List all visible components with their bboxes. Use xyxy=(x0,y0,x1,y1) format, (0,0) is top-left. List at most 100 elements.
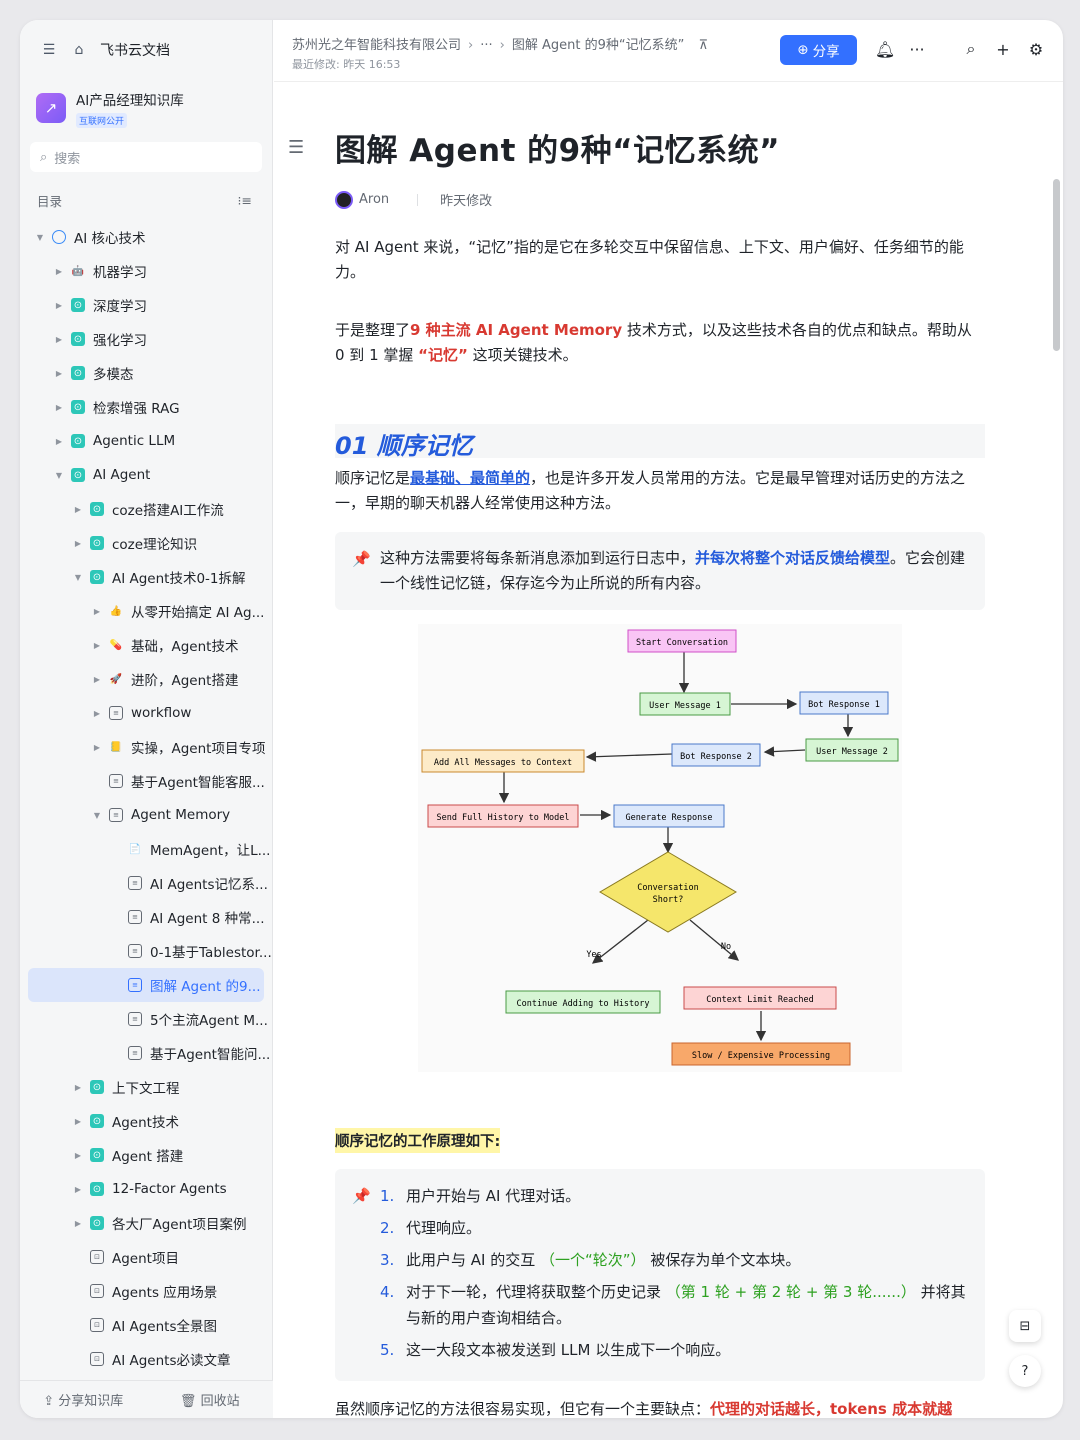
settings-icon[interactable]: ⚙ xyxy=(1025,38,1047,60)
toc-item[interactable]: ▶ ⊙ Agentic LLM xyxy=(20,424,272,458)
last-modified: 最近修改: 昨天 16:53 xyxy=(292,58,401,71)
toc-item[interactable]: ≡ AI Agent 8 种常... xyxy=(20,900,272,934)
edited-time: 昨天修改 xyxy=(440,194,493,209)
toc-item[interactable]: ≡ 基于Agent智能客服... xyxy=(20,764,272,798)
chevron-down-icon[interactable]: ▼ xyxy=(34,233,46,242)
toc-item[interactable]: ▶ ≡ workflow xyxy=(20,696,272,730)
toc-item[interactable]: ⊡ Agents 应用场景 xyxy=(20,1274,272,1308)
toc-item[interactable]: ⊡ AI Agents全景图 xyxy=(20,1308,272,1342)
toc-item[interactable]: ≡ 基于Agent智能问... xyxy=(20,1036,272,1070)
avatar[interactable] xyxy=(335,190,353,209)
share-kb-button[interactable]: ⇪ 分享知识库 xyxy=(20,1390,147,1409)
doc-info-icon[interactable]: ⊟ xyxy=(1009,1310,1041,1342)
more-icon[interactable]: ··· xyxy=(906,38,928,60)
breadcrumb-company[interactable]: 苏州光之年智能科技有限公司 xyxy=(292,38,461,53)
toc-item[interactable]: ≡ 图解 Agent 的9... xyxy=(28,968,264,1002)
chevron-right-icon[interactable]: ▶ xyxy=(72,1219,84,1228)
teal-icon: ⊙ xyxy=(71,400,85,414)
toc-item-label: MemAgent，让L... xyxy=(150,843,271,859)
box-icon: ⊡ xyxy=(90,1284,104,1298)
toc-item[interactable]: ▼ ≡ Agent Memory xyxy=(20,798,272,832)
flow-add-messages: Add All Messages to Context xyxy=(434,758,572,768)
chevron-right-icon[interactable]: ▶ xyxy=(91,641,103,650)
toc-item[interactable]: ⊡ AI Agents必读文章 xyxy=(20,1342,272,1376)
list-item: 3. 此用户与 AI 的交互 （一个“轮次”） 被保存为单个文本块。 xyxy=(380,1251,801,1269)
toc-item[interactable]: ≡ 0-1基于Tablestor... xyxy=(20,934,272,968)
home-icon[interactable]: ⌂ xyxy=(70,41,88,59)
toc-item[interactable]: ▶ ⊙ 深度学习 xyxy=(20,288,272,322)
chevron-right-icon[interactable]: ▶ xyxy=(72,1117,84,1126)
toc-item[interactable]: ▶ ⊙ coze理论知识 xyxy=(20,526,272,560)
kb-title: AI产品经理知识库 xyxy=(76,92,184,109)
help-icon[interactable]: ? xyxy=(1009,1355,1041,1387)
toc-item[interactable]: ▶ ⊙ 检索增强 RAG xyxy=(20,390,272,424)
bell-icon[interactable]: 🔔︎ xyxy=(874,38,896,60)
toc-options-icon[interactable]: ⁝≡ xyxy=(238,193,252,208)
breadcrumb-more[interactable]: ··· xyxy=(480,38,492,53)
toc-item[interactable]: ▼ ⊙ AI Agent xyxy=(20,458,272,492)
doc-icon: ≡ xyxy=(109,774,123,788)
collapse-sidebar-icon[interactable]: ☰ xyxy=(40,41,58,59)
toc-item-label: 0-1基于Tablestor... xyxy=(150,945,272,961)
share-button[interactable]: ⊕ 分享 xyxy=(780,35,857,65)
teal-icon: ⊙ xyxy=(71,332,85,346)
knowledge-base-header[interactable]: ↗ AI产品经理知识库 互联网公开 xyxy=(20,80,272,136)
outline-icon[interactable]: ☰ xyxy=(288,137,304,158)
breadcrumb-current: 图解 Agent 的9种“记忆系统” xyxy=(511,38,685,53)
chevron-right-icon[interactable]: ▶ xyxy=(72,1185,84,1194)
app-name[interactable]: 飞书云文档 xyxy=(100,40,170,60)
toc-item[interactable]: ▶ ⊙ Agent技术 xyxy=(20,1104,272,1138)
toc-item[interactable]: ▶ ⊙ 多模态 xyxy=(20,356,272,390)
flow-user-message-1: User Message 1 xyxy=(649,701,721,711)
toc-item-label: workflow xyxy=(131,705,192,721)
toc-item[interactable]: ▼ AI 核心技术 xyxy=(20,220,272,254)
chevron-right-icon[interactable]: ▶ xyxy=(53,335,65,344)
flow-user-message-2: User Message 2 xyxy=(816,747,888,757)
chevron-right-icon[interactable]: ▶ xyxy=(91,675,103,684)
chevron-right-icon[interactable]: ▶ xyxy=(91,607,103,616)
toc-item[interactable]: ▶ ⊙ 上下文工程 xyxy=(20,1070,272,1104)
search-input[interactable]: ⌕ 搜索 xyxy=(30,142,262,172)
chevron-right-icon[interactable]: ▶ xyxy=(53,403,65,412)
toc-item[interactable]: ▶ 💊 基础，Agent技术 xyxy=(20,628,272,662)
add-icon[interactable]: + xyxy=(992,38,1014,60)
chevron-right-icon[interactable]: ▶ xyxy=(91,709,103,718)
pin-icon[interactable]: ⊼ xyxy=(698,38,708,53)
toc-item[interactable]: ▶ 👍 从零开始搞定 AI Ag... xyxy=(20,594,272,628)
chevron-right-icon[interactable]: ▶ xyxy=(53,301,65,310)
toc-item[interactable]: ▶ ⊙ 12-Factor Agents xyxy=(20,1172,272,1206)
toc-item-label: 强化学习 xyxy=(93,333,147,349)
toc-item[interactable]: ▶ 🤖 机器学习 xyxy=(20,254,272,288)
chevron-down-icon[interactable]: ▼ xyxy=(72,573,84,582)
toc-item[interactable]: ▶ ⊙ Agent 搭建 xyxy=(20,1138,272,1172)
toc-item[interactable]: ▶ ⊙ coze搭建AI工作流 xyxy=(20,492,272,526)
chevron-right-icon[interactable]: ▶ xyxy=(91,743,103,752)
chevron-right-icon[interactable]: ▶ xyxy=(72,539,84,548)
chevron-right-icon[interactable]: ▶ xyxy=(53,437,65,446)
flow-limit: Context Limit Reached xyxy=(706,995,813,1005)
intro-paragraph: 对 AI Agent 来说，“记忆”指的是它在多轮交互中保留信息、上下文、用户偏… xyxy=(335,238,964,281)
chevron-down-icon[interactable]: ▼ xyxy=(91,811,103,820)
chevron-right-icon[interactable]: ▶ xyxy=(72,505,84,514)
chevron-right-icon[interactable]: ▶ xyxy=(53,369,65,378)
kb-logo-icon: ↗ xyxy=(36,93,66,123)
scrollbar[interactable] xyxy=(1051,159,1061,1418)
toc-item[interactable]: 📄 MemAgent，让L... xyxy=(20,832,272,866)
toc-item[interactable]: ▶ ⊙ 强化学习 xyxy=(20,322,272,356)
toc-item[interactable]: ≡ 5个主流Agent M... xyxy=(20,1002,272,1036)
toc-item[interactable]: ▼ ⊙ AI Agent技术0-1拆解 xyxy=(20,560,272,594)
toc-item[interactable]: ▶ ⊙ 各大厂Agent项目案例 xyxy=(20,1206,272,1240)
toc-item[interactable]: ▶ 📒 实操，Agent项目专项 xyxy=(20,730,272,764)
toc-item[interactable]: ≡ AI Agents记忆系... xyxy=(20,866,272,900)
search-icon[interactable]: ⌕ xyxy=(960,38,982,60)
toc-item-label: Agent 搭建 xyxy=(112,1149,184,1165)
author-name[interactable]: Aron xyxy=(359,192,389,207)
chevron-down-icon[interactable]: ▼ xyxy=(53,471,65,480)
chevron-right-icon[interactable]: ▶ xyxy=(72,1083,84,1092)
toc-item[interactable]: ⊡ Agent项目 xyxy=(20,1240,272,1274)
flow-cond-line2: Short? xyxy=(653,895,684,905)
chevron-right-icon[interactable]: ▶ xyxy=(53,267,65,276)
chevron-right-icon[interactable]: ▶ xyxy=(72,1151,84,1160)
toc-item[interactable]: ▶ 🚀 进阶，Agent搭建 xyxy=(20,662,272,696)
trash-button[interactable]: 🗑 回收站 xyxy=(147,1390,274,1409)
